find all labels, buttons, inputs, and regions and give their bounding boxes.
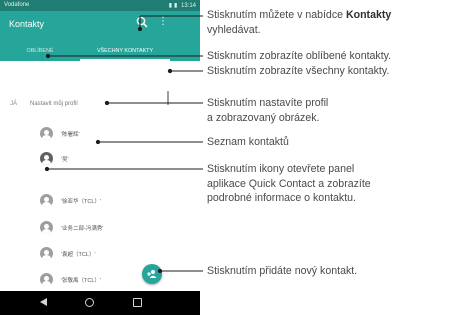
phone-screenshot: Vodafone ▮ ▮ 13:14 Kontakty ⋮ OBLÍBENÉ VŠ… [0, 0, 200, 315]
callout-favorites: Stisknutím zobrazíte oblíbené kontakty. [207, 50, 392, 62]
scrollbar[interactable] [167, 91, 169, 105]
contact-name: '吴' [61, 157, 69, 163]
signal-icon: ▮ [168, 3, 172, 9]
status-time: 13:14 [180, 3, 196, 9]
callout-add-contact: Stisknutím přidáte nový kontakt. [207, 265, 358, 277]
contact-avatar-icon[interactable] [40, 194, 53, 207]
carrier-name: Vodafone [4, 2, 30, 8]
back-icon[interactable] [40, 298, 47, 306]
list-item[interactable]: '吴' [40, 152, 170, 168]
recent-apps-icon[interactable] [133, 298, 142, 307]
callout-quick-contact: Stisknutím ikony otevřete panel aplikace… [207, 162, 371, 206]
list-item[interactable]: '陈署辉' [40, 127, 170, 143]
contact-avatar-icon[interactable] [40, 127, 53, 140]
callout-search-prefix: Stisknutím můžete v nabídce [207, 9, 346, 21]
callout-search: Stisknutím můžete v nabídce Kontakty vyh… [207, 8, 391, 37]
callout-quick-line2: aplikace Quick Contact a zobrazíte [207, 177, 371, 190]
contact-name: '陈署辉' [61, 132, 80, 138]
list-item[interactable]: '徐亚华（TCL）' [40, 194, 170, 210]
battery-icon: ▮ [174, 3, 178, 9]
contact-avatar-icon[interactable] [40, 247, 53, 260]
contact-list[interactable]: JÁ Nastavit můj profil '陈署辉' '吴' '徐亚华（TC… [0, 61, 200, 291]
app-title: Kontakty [9, 19, 45, 29]
callout-profile: Stisknutím nastavíte profil a zobrazovan… [207, 96, 328, 125]
list-item[interactable]: '业务二部-冯满秀' [40, 221, 170, 237]
contact-name: '徐亚华（TCL）' [61, 199, 101, 205]
search-icon[interactable] [135, 15, 149, 29]
callout-all-contacts: Stisknutím zobrazíte všechny kontakty. [207, 65, 390, 77]
add-contact-icon [147, 270, 157, 278]
status-bar: Vodafone ▮ ▮ 13:14 [0, 0, 200, 11]
callout-profile-line1: Stisknutím nastavíte profil [207, 97, 329, 109]
status-icons: ▮ ▮ 13:14 [167, 2, 196, 9]
contact-name: '袁超（TCL）' [61, 252, 96, 258]
home-icon[interactable] [85, 298, 94, 307]
contact-name: '业务二部-冯满秀' [61, 226, 104, 232]
callout-contact-list: Seznam kontaktů [207, 136, 289, 148]
contact-avatar-icon[interactable] [40, 221, 53, 234]
add-contact-button[interactable] [142, 264, 162, 284]
more-vert-icon[interactable]: ⋮ [158, 17, 168, 30]
setup-profile-link[interactable]: Nastavit můj profil [30, 101, 78, 107]
callout-search-line2: vyhledávat. [207, 23, 261, 36]
contact-name: '张敬禹（TCL）' [61, 278, 101, 284]
callout-quick-line1: Stisknutím ikony otevřete panel [207, 163, 355, 175]
callout-quick-line3: podrobné informace o kontaktu. [207, 192, 356, 204]
app-bar: Kontakty ⋮ OBLÍBENÉ VŠECHNY KONTAKTY [0, 11, 200, 61]
tab-favorites[interactable]: OBLÍBENÉ [0, 43, 80, 61]
nav-bar [0, 291, 200, 315]
contact-avatar-icon[interactable] [40, 273, 53, 286]
me-section-label: JÁ [10, 101, 18, 107]
callout-search-bold: Kontakty [345, 9, 392, 21]
callout-profile-line2: a zobrazovaný obrázek. [207, 111, 320, 124]
list-item[interactable]: '袁超（TCL）' [40, 247, 170, 263]
contact-avatar-icon[interactable] [40, 152, 53, 165]
